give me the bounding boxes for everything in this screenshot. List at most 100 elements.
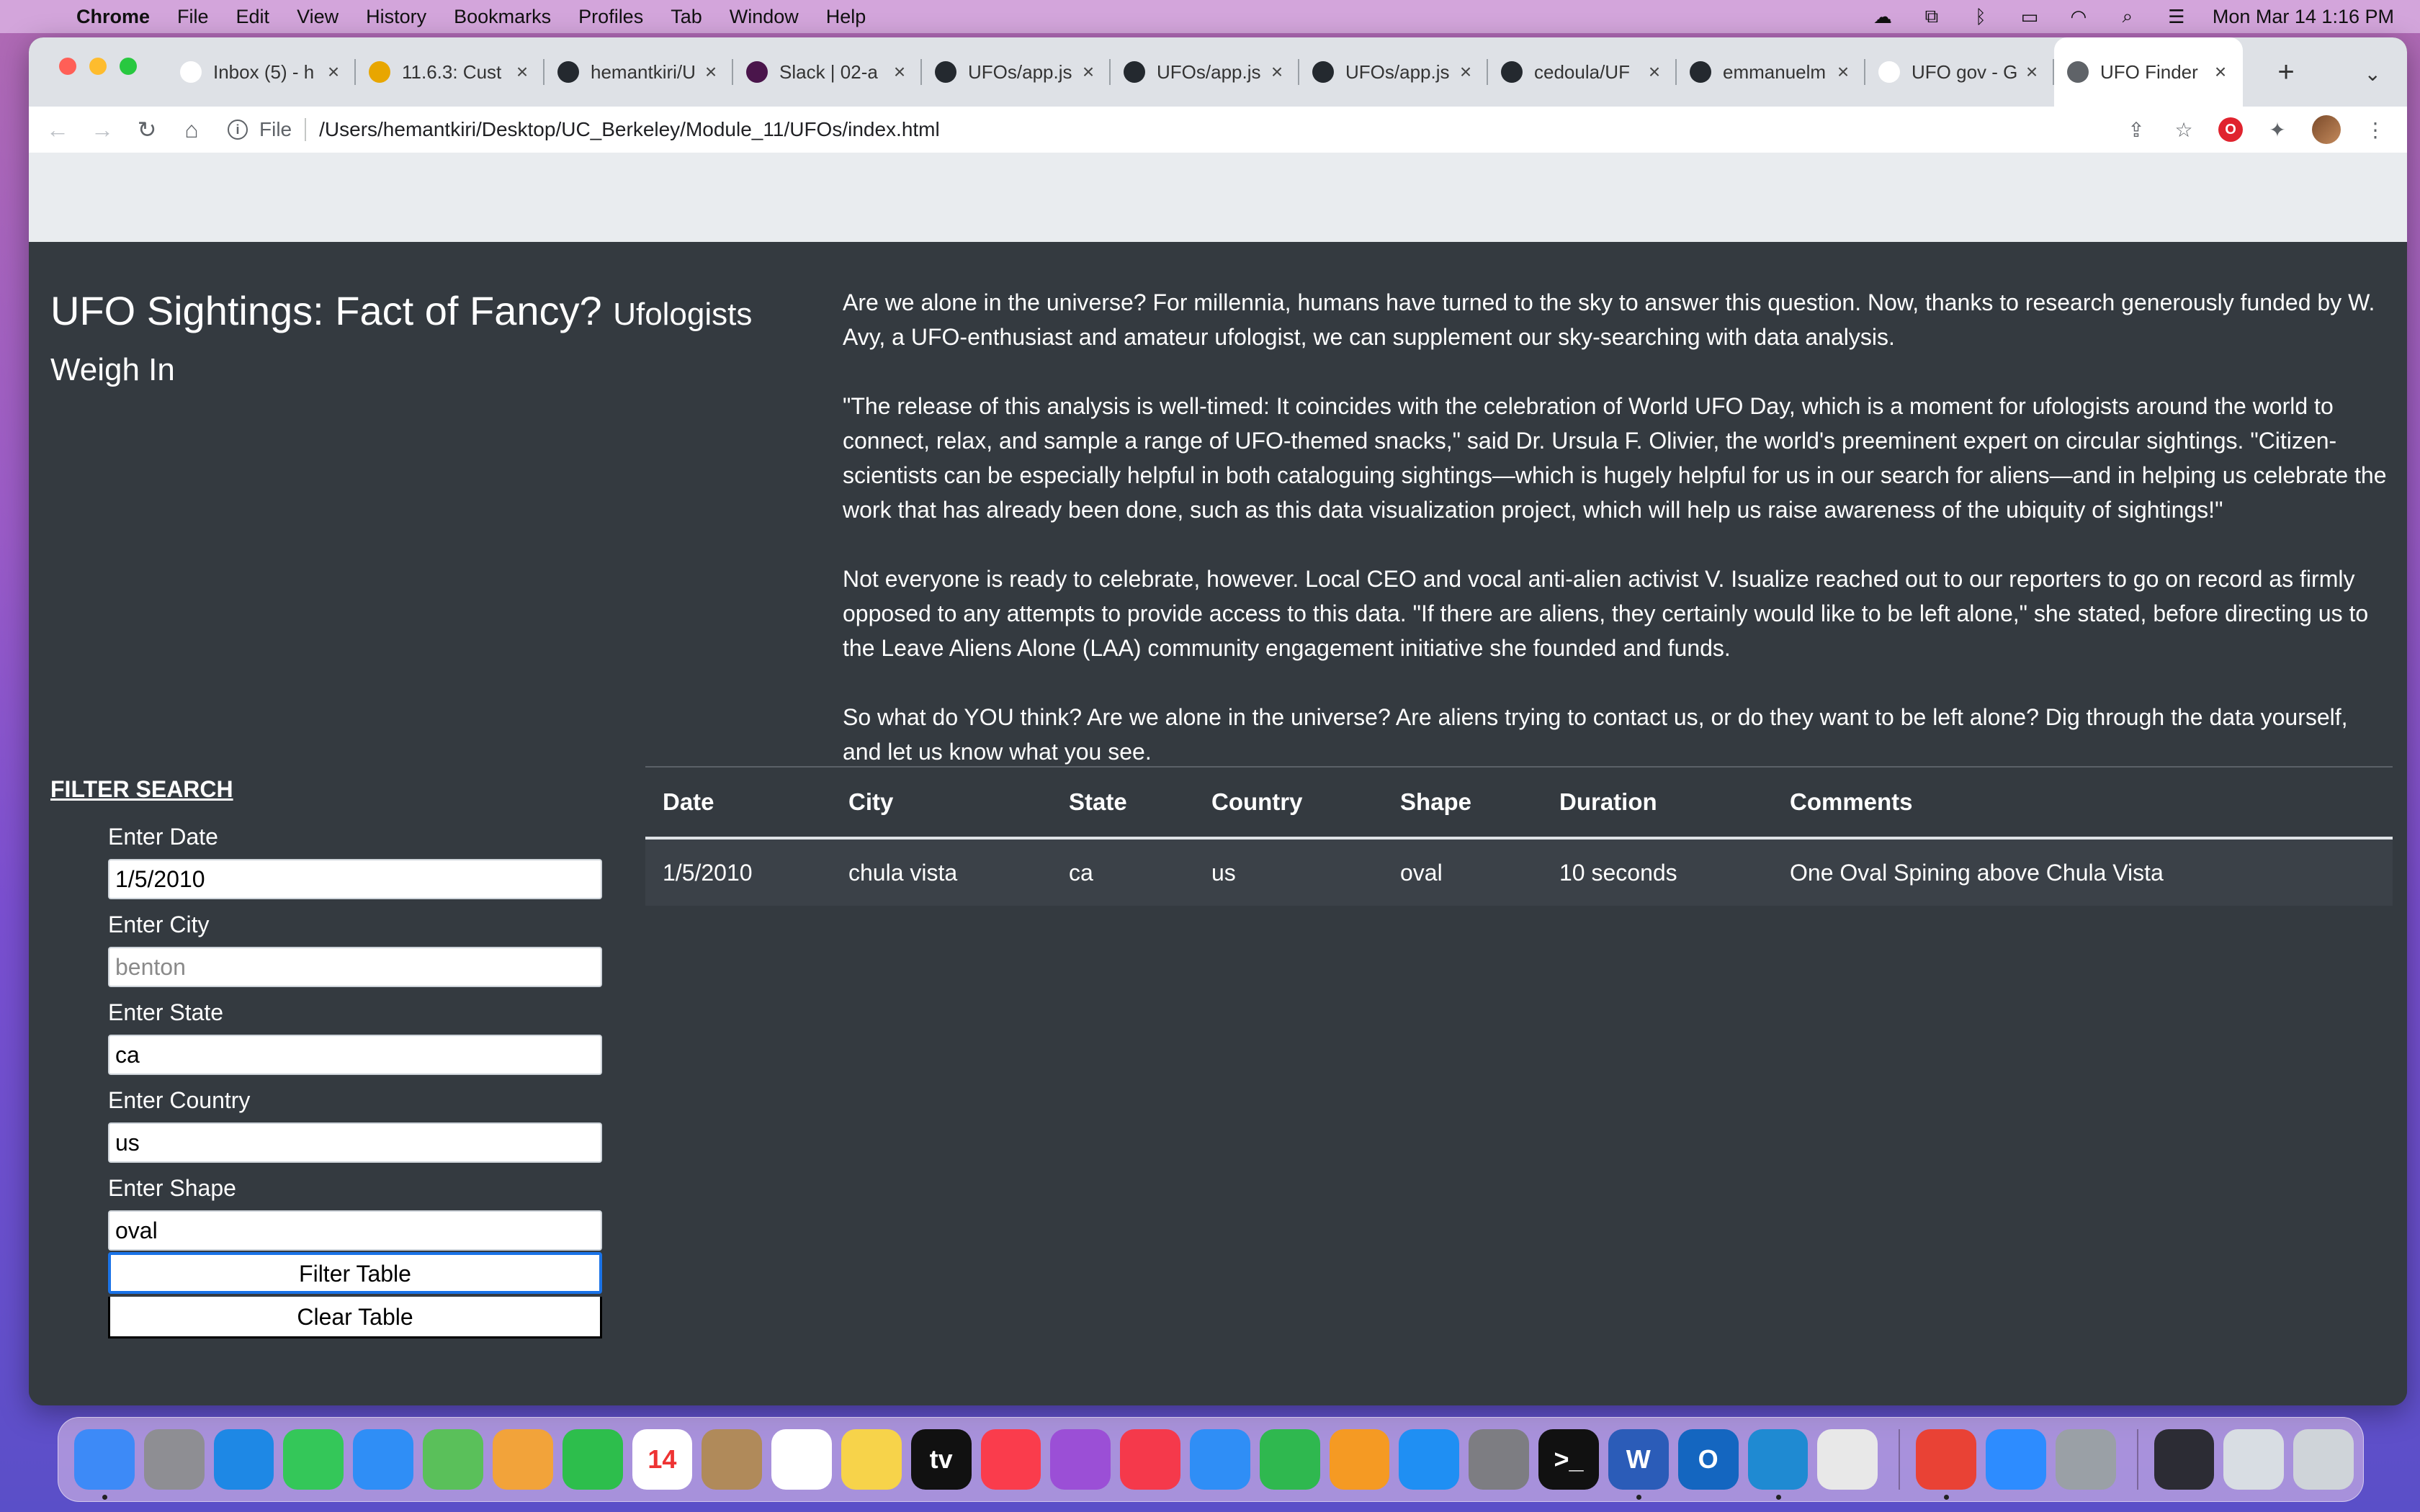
tab-search-chevron-icon[interactable]: ⌄: [2365, 62, 2381, 86]
control-center-icon[interactable]: ☰: [2164, 6, 2190, 27]
apple-menu-icon[interactable]: [26, 4, 48, 29]
creative-cloud-icon[interactable]: ☁: [1870, 6, 1896, 27]
launchpad-icon[interactable]: [143, 1429, 205, 1490]
zoom-icon[interactable]: [1985, 1429, 2046, 1490]
numbers-icon[interactable]: [1259, 1429, 1320, 1490]
menu-history[interactable]: History: [366, 6, 426, 28]
date-filter-input[interactable]: [108, 859, 602, 899]
battery-icon[interactable]: ▭: [2017, 6, 2043, 27]
column-header-shape[interactable]: Shape: [1383, 788, 1542, 816]
close-tab-icon[interactable]: ×: [513, 60, 532, 84]
opera-extension-icon[interactable]: O: [2218, 117, 2243, 142]
shape-filter-input[interactable]: [108, 1210, 602, 1251]
menu-edit[interactable]: Edit: [236, 6, 270, 28]
news-icon[interactable]: [1120, 1429, 1180, 1490]
textedit-icon[interactable]: [1817, 1429, 1878, 1490]
close-tab-icon[interactable]: ×: [702, 60, 720, 84]
word-icon[interactable]: W: [1608, 1429, 1669, 1500]
browser-tab[interactable]: hemantkiri/U ×: [544, 37, 733, 107]
forward-arrow-icon[interactable]: →: [86, 114, 118, 145]
close-tab-icon[interactable]: ×: [1268, 60, 1286, 84]
extensions-puzzle-icon[interactable]: ✦: [2264, 117, 2290, 143]
trash-icon[interactable]: [2293, 1429, 2354, 1490]
preview-icon[interactable]: [2055, 1429, 2116, 1490]
column-header-country[interactable]: Country: [1194, 788, 1383, 816]
address-bar[interactable]: i File /Users/hemantkiri/Desktop/UC_Berk…: [228, 112, 2123, 147]
minimize-window-button[interactable]: [89, 58, 107, 75]
zoom-window-button[interactable]: [120, 58, 137, 75]
browser-tab[interactable]: UFOs/app.js ×: [1299, 37, 1488, 107]
new-tab-plus-icon[interactable]: +: [2272, 56, 2300, 89]
apple-tv-icon[interactable]: tv: [910, 1429, 972, 1490]
wifi-icon[interactable]: ◠: [2066, 6, 2092, 27]
menu-bookmarks[interactable]: Bookmarks: [454, 6, 551, 28]
browser-tab[interactable]: UFO gov - G ×: [1865, 37, 2054, 107]
close-tab-icon[interactable]: ×: [1834, 60, 1852, 84]
menu-app-name[interactable]: Chrome: [76, 6, 150, 28]
keynote-icon[interactable]: [1190, 1429, 1250, 1490]
browser-tab[interactable]: cedoula/UF ×: [1488, 37, 1677, 107]
back-arrow-icon[interactable]: ←: [42, 114, 73, 145]
close-window-button[interactable]: [59, 58, 76, 75]
menu-view[interactable]: View: [297, 6, 339, 28]
close-tab-icon[interactable]: ×: [324, 60, 343, 84]
system-preferences-icon[interactable]: [1469, 1429, 1530, 1490]
clear-table-button[interactable]: Clear Table: [108, 1297, 602, 1338]
reload-icon[interactable]: ↻: [131, 114, 163, 145]
close-tab-icon[interactable]: ×: [1079, 60, 1098, 84]
screenshot-folder-icon[interactable]: [2154, 1429, 2215, 1490]
filter-table-button[interactable]: Filter Table: [108, 1252, 602, 1294]
bluetooth-icon[interactable]: ᛒ: [1968, 6, 1994, 27]
column-header-comments[interactable]: Comments: [1773, 788, 2393, 816]
mail-icon[interactable]: [353, 1429, 414, 1490]
menu-tab[interactable]: Tab: [671, 6, 702, 28]
country-filter-input[interactable]: [108, 1122, 602, 1163]
reminders-icon[interactable]: [771, 1429, 832, 1490]
state-filter-input[interactable]: [108, 1035, 602, 1075]
close-tab-icon[interactable]: ×: [890, 60, 909, 84]
menu-clock[interactable]: Mon Mar 14 1:16 PM: [2213, 6, 2394, 28]
downloads-folder-icon[interactable]: [2223, 1429, 2285, 1490]
pages-icon[interactable]: [1329, 1429, 1390, 1490]
site-info-icon[interactable]: i: [228, 120, 248, 140]
finder-icon[interactable]: [74, 1429, 135, 1500]
outlook-icon[interactable]: O: [1677, 1429, 1739, 1490]
browser-tab[interactable]: Slack | 02-a ×: [733, 37, 922, 107]
browser-tab[interactable]: Inbox (5) - h ×: [167, 37, 356, 107]
menu-profiles[interactable]: Profiles: [578, 6, 643, 28]
column-header-city[interactable]: City: [831, 788, 1052, 816]
close-tab-icon[interactable]: ×: [1645, 60, 1664, 84]
browser-tab[interactable]: UFO Finder ×: [2054, 37, 2243, 107]
menu-file[interactable]: File: [177, 6, 209, 28]
facetime-icon[interactable]: [562, 1429, 623, 1490]
browser-tab[interactable]: emmanuelm ×: [1677, 37, 1865, 107]
maps-icon[interactable]: [423, 1429, 483, 1490]
column-header-duration[interactable]: Duration: [1542, 788, 1773, 816]
music-icon[interactable]: [980, 1429, 1041, 1490]
spotlight-search-icon[interactable]: ⌕: [2115, 5, 2141, 27]
chrome-menu-icon[interactable]: ⋮: [2362, 117, 2388, 143]
menu-help[interactable]: Help: [826, 6, 866, 28]
vscode-icon[interactable]: [1747, 1429, 1809, 1500]
screen-mirroring-icon[interactable]: ⧉: [1919, 5, 1945, 27]
messages-icon[interactable]: [283, 1429, 344, 1490]
terminal-icon[interactable]: >_: [1538, 1429, 1599, 1490]
contacts-icon[interactable]: [702, 1429, 763, 1490]
profile-avatar[interactable]: [2312, 115, 2341, 144]
home-icon[interactable]: ⌂: [176, 114, 207, 145]
safari-icon[interactable]: [213, 1429, 274, 1490]
address-url[interactable]: /Users/hemantkiri/Desktop/UC_Berkeley/Mo…: [319, 118, 940, 141]
bookmark-star-icon[interactable]: ☆: [2171, 117, 2197, 143]
close-tab-icon[interactable]: ×: [1456, 60, 1475, 84]
column-header-date[interactable]: Date: [645, 788, 831, 816]
close-tab-icon[interactable]: ×: [2211, 60, 2230, 84]
notes-icon[interactable]: [841, 1429, 902, 1490]
browser-tab[interactable]: 11.6.3: Cust ×: [356, 37, 544, 107]
column-header-state[interactable]: State: [1052, 788, 1194, 816]
menu-window[interactable]: Window: [730, 6, 799, 28]
browser-tab[interactable]: UFOs/app.js ×: [922, 37, 1111, 107]
city-filter-input[interactable]: [108, 947, 602, 987]
podcasts-icon[interactable]: [1050, 1429, 1111, 1490]
close-tab-icon[interactable]: ×: [2022, 60, 2041, 84]
app-store-icon[interactable]: [1399, 1429, 1460, 1490]
